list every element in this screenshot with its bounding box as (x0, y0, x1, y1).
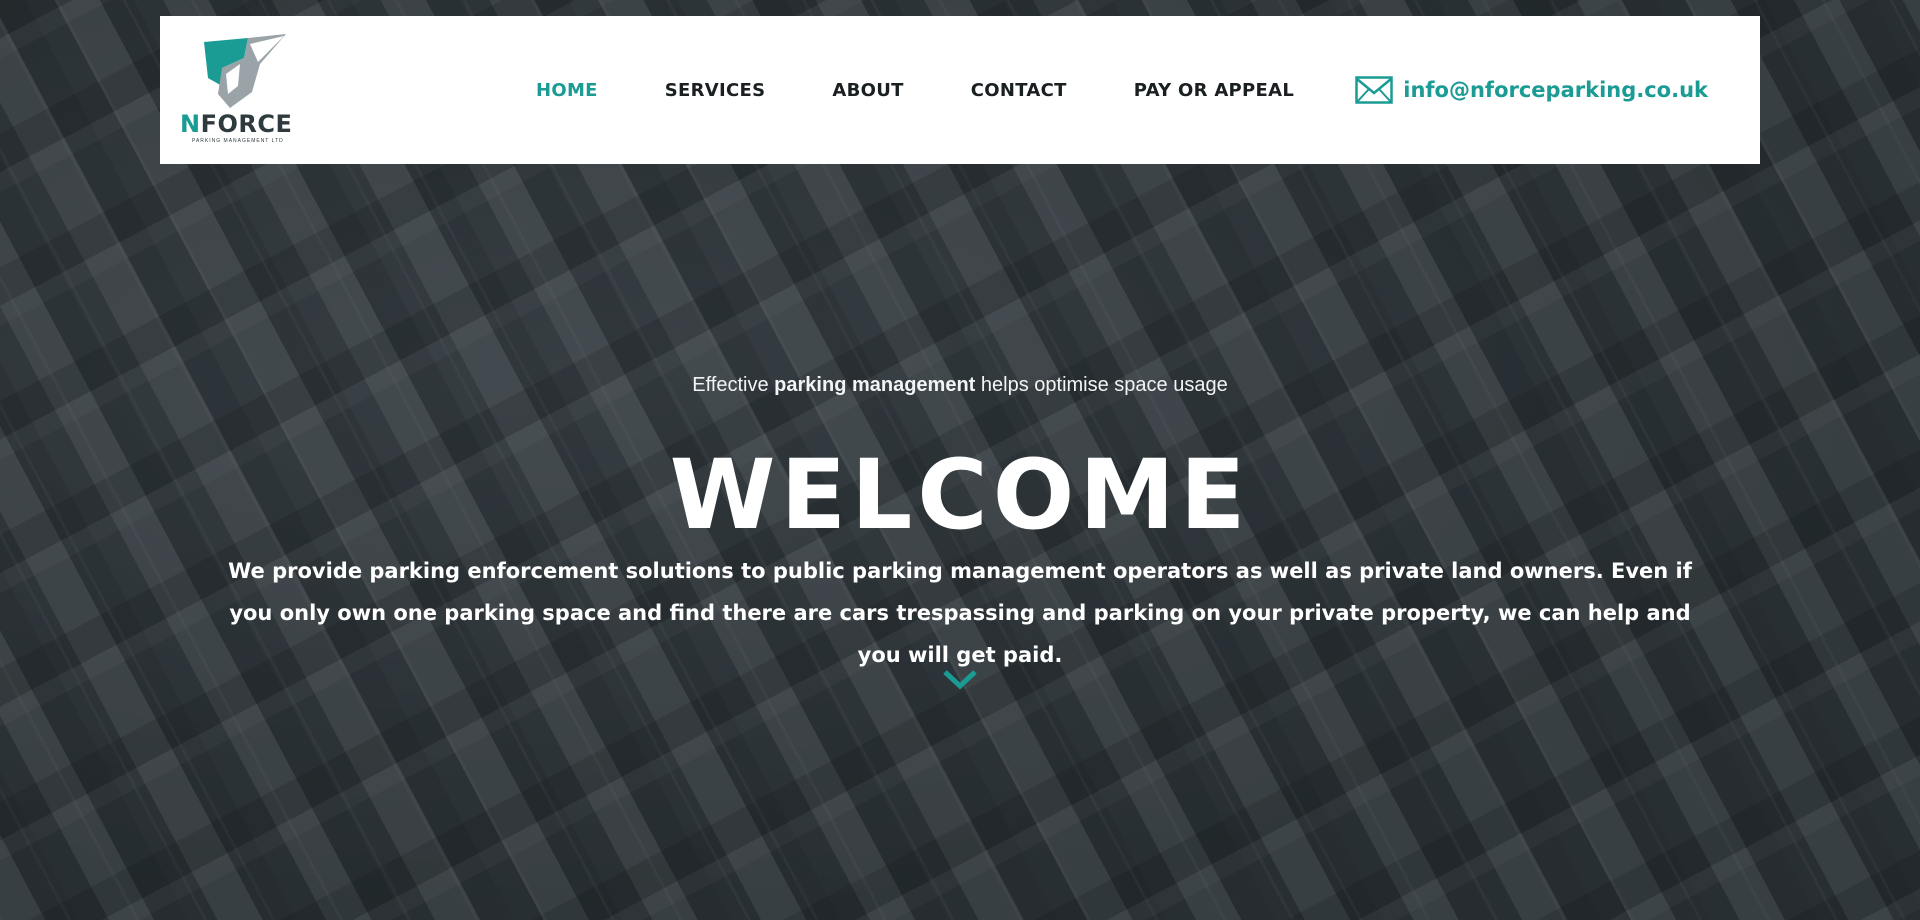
scroll-down-button[interactable] (942, 664, 978, 694)
hero-tagline: Effective parking management helps optim… (692, 374, 1228, 396)
chevron-down-icon (943, 670, 977, 690)
hero-intro-text: We provide parking enforcement solutions… (228, 559, 1692, 667)
hero-section: Effective parking management helps optim… (0, 0, 1920, 920)
hero-title: WELCOME (669, 439, 1251, 551)
tagline-emphasis: parking management (774, 374, 976, 396)
